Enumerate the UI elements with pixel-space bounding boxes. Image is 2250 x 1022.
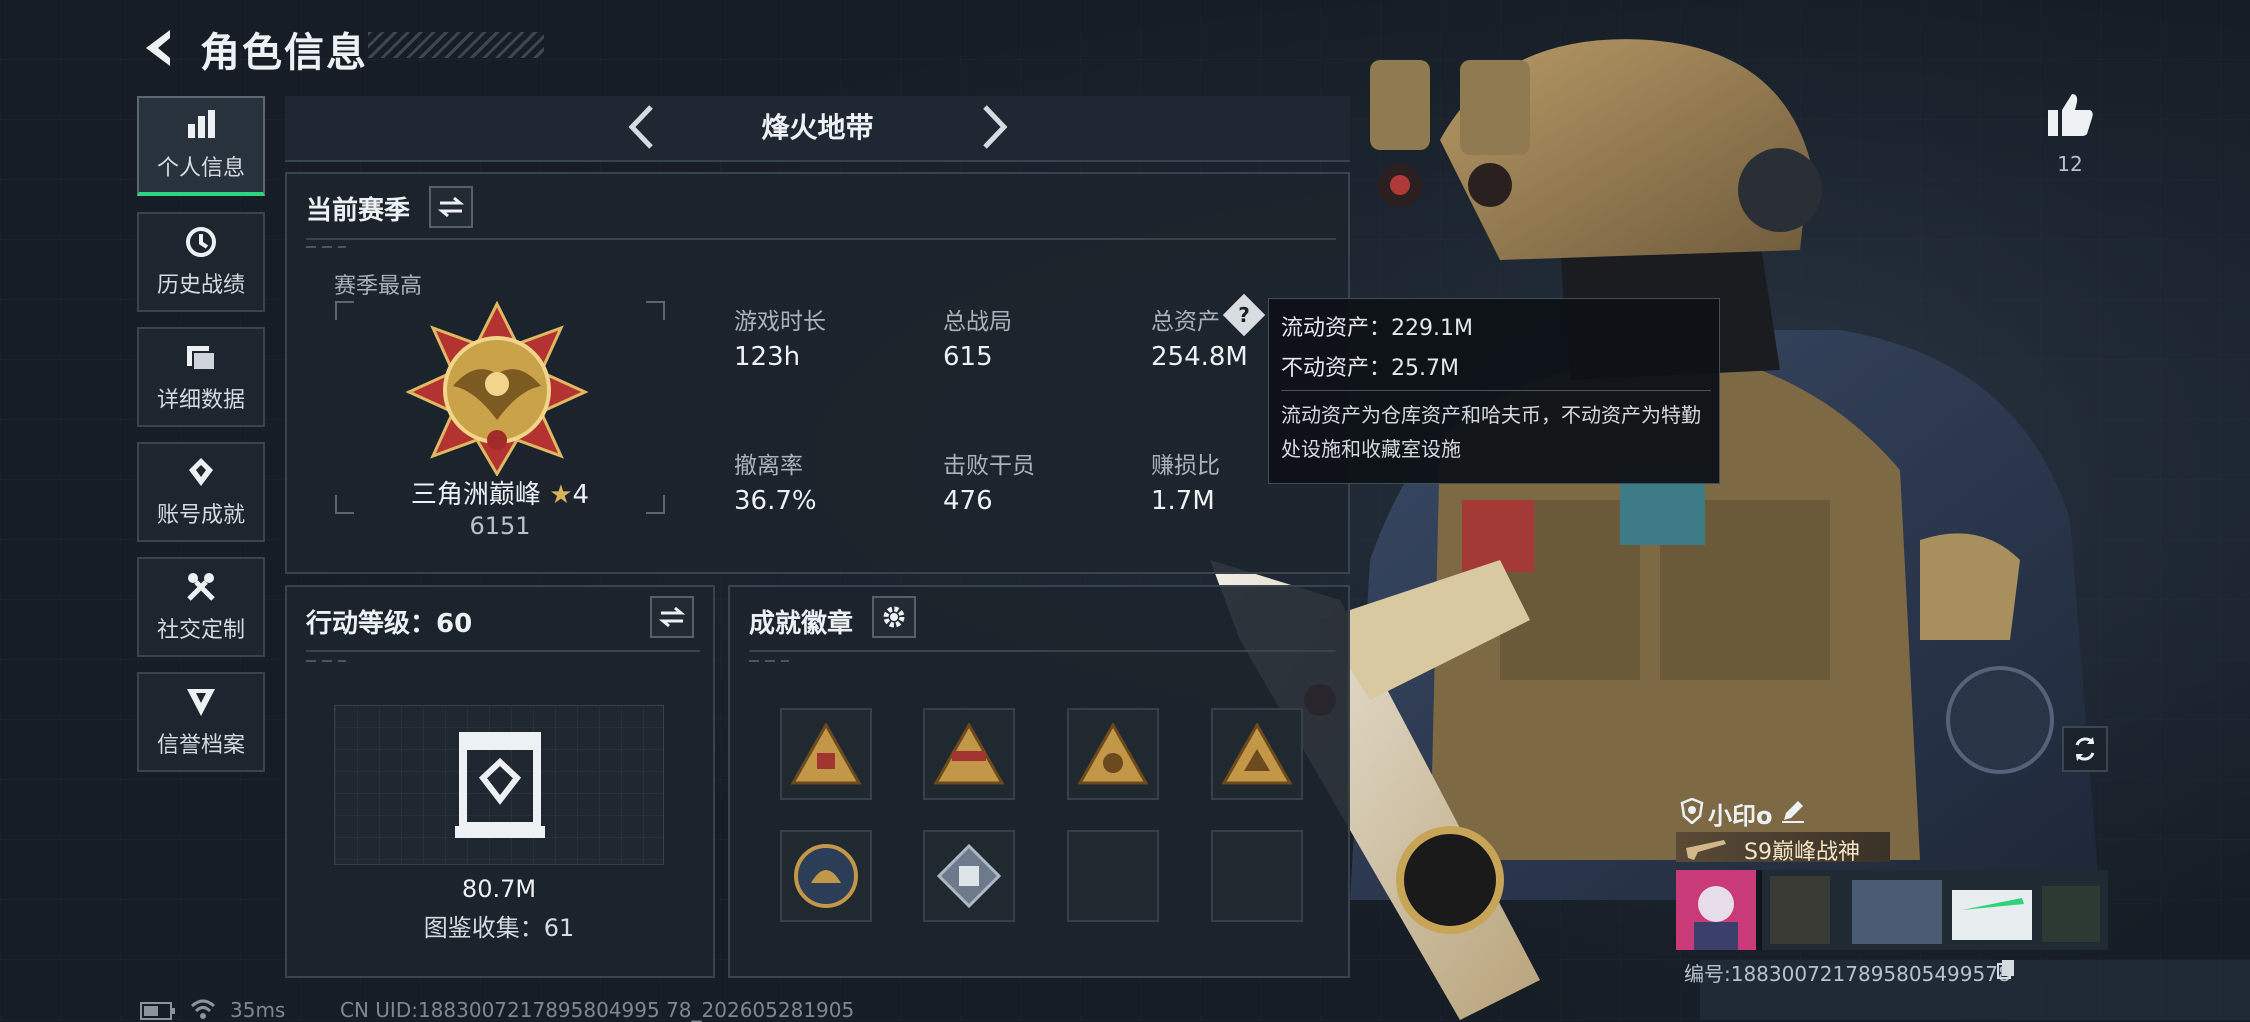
sidebar-item-label: 详细数据 bbox=[156, 388, 245, 413]
page-title: 角色信息 bbox=[200, 30, 368, 76]
sidebar-item-label: 社交定制 bbox=[156, 618, 245, 643]
player-name: 小印o bbox=[1708, 802, 1773, 830]
stat-value-total-assets: 254.8M bbox=[1151, 342, 1248, 372]
history-icon bbox=[186, 227, 216, 257]
wifi-icon bbox=[190, 999, 216, 1019]
stat-label-extraction-rate: 撤离率 bbox=[734, 453, 803, 479]
gear-icon bbox=[883, 606, 905, 628]
ping-text: 35ms bbox=[230, 998, 286, 1022]
divider-dash bbox=[749, 660, 789, 662]
season-switch-button[interactable] bbox=[429, 186, 473, 228]
achievement-icon bbox=[189, 458, 213, 486]
next-mode-arrow-icon[interactable] bbox=[980, 104, 1010, 150]
divider-dash bbox=[306, 660, 346, 662]
badge-slot-6[interactable] bbox=[923, 830, 1015, 922]
refresh-icon bbox=[2075, 737, 2095, 761]
diamond-badge-icon bbox=[936, 843, 1002, 909]
stat-value-profit-loss: 1.7M bbox=[1151, 486, 1215, 516]
sidebar-item-social[interactable]: 社交定制 bbox=[137, 557, 265, 657]
back-arrow-icon[interactable] bbox=[138, 26, 182, 70]
stat-label-operators-defeated: 击败干员 bbox=[943, 453, 1035, 479]
stat-label-total-assets: 总资产 bbox=[1151, 309, 1220, 335]
reputation-icon bbox=[187, 689, 215, 716]
title-decoration bbox=[368, 32, 544, 58]
sidebar-item-label: 账号成就 bbox=[156, 503, 245, 528]
uid-text: CN UID:1883007217895804995 78_2026052819… bbox=[340, 998, 855, 1022]
rank-stars: 4 bbox=[572, 480, 590, 510]
action-level-title: 行动等级：60 bbox=[306, 609, 473, 639]
tooltip-liquid-assets: 流动资产：229.1M bbox=[1281, 316, 1473, 341]
divider-dash bbox=[306, 246, 346, 248]
triangle-badge-icon bbox=[1222, 723, 1292, 785]
stat-label-profit-loss: 赚损比 bbox=[1151, 453, 1220, 479]
sidebar-item-label: 历史战绩 bbox=[156, 273, 245, 298]
sidebar-item-history[interactable]: 历史战绩 bbox=[137, 212, 265, 312]
badges-settings-button[interactable] bbox=[872, 596, 916, 638]
round-badge-icon bbox=[794, 844, 858, 908]
likes-count: 12 bbox=[2057, 152, 2083, 176]
banner-art bbox=[1762, 870, 2108, 950]
prev-mode-arrow-icon[interactable] bbox=[626, 104, 656, 150]
star-icon: ★ bbox=[549, 480, 573, 510]
season-best-label: 赛季最高 bbox=[334, 274, 423, 299]
tooltip-fixed-assets: 不动资产：25.7M bbox=[1281, 356, 1459, 381]
thumbs-up-icon[interactable] bbox=[2046, 92, 2094, 138]
badge-slot-empty[interactable] bbox=[1067, 830, 1159, 922]
sidebar-item-label: 信誉档案 bbox=[156, 733, 245, 758]
divider bbox=[306, 650, 700, 652]
rank-emblem-icon bbox=[405, 300, 589, 476]
triangle-badge-icon bbox=[791, 723, 861, 785]
divider bbox=[749, 650, 1335, 652]
rifle-badge-icon bbox=[1686, 840, 1726, 860]
section-title-current-season: 当前赛季 bbox=[306, 196, 411, 226]
stat-label-play-time: 游戏时长 bbox=[734, 309, 826, 335]
collection-cabinet-icon bbox=[455, 732, 545, 838]
shield-icon bbox=[1680, 798, 1704, 824]
stat-label-total-matches: 总战局 bbox=[943, 309, 1012, 335]
sidebar-item-reputation[interactable]: 信誉档案 bbox=[137, 672, 265, 772]
sidebar-item-label: 个人信息 bbox=[156, 156, 245, 181]
battery-icon bbox=[140, 1002, 175, 1020]
tooltip-note: 流动资产为仓库资产和哈夫币，不动资产为特勤处设施和收藏室设施 bbox=[1281, 403, 1701, 461]
action-level-switch-button[interactable] bbox=[650, 596, 694, 638]
achievement-badges-title: 成就徽章 bbox=[749, 609, 854, 639]
collection-count: 图鉴收集：61 bbox=[423, 914, 575, 942]
triangle-badge-icon bbox=[934, 723, 1004, 785]
folder-icon bbox=[187, 346, 216, 371]
sidebar-item-achievements[interactable]: 账号成就 bbox=[137, 442, 265, 542]
divider bbox=[306, 238, 1336, 240]
edit-pencil-icon[interactable] bbox=[1780, 798, 1806, 824]
tooltip-divider bbox=[1281, 390, 1711, 391]
refresh-button[interactable] bbox=[2062, 726, 2108, 772]
collection-value: 80.7M bbox=[461, 875, 537, 903]
badge-slot-5[interactable] bbox=[780, 830, 872, 922]
sidebar-item-detailed-data[interactable]: 详细数据 bbox=[137, 327, 265, 427]
rank-name: 三角洲巅峰 bbox=[410, 480, 541, 510]
stat-value-total-matches: 615 bbox=[943, 342, 993, 372]
player-id: 编号:1883007217895805499578 bbox=[1684, 962, 2011, 986]
mode-title: 烽火地带 bbox=[761, 111, 874, 144]
stat-value-operators-defeated: 476 bbox=[943, 486, 993, 516]
sidebar-item-personal-info[interactable]: 个人信息 bbox=[137, 96, 265, 196]
rank-score: 6151 bbox=[469, 512, 531, 540]
badge-slot-1[interactable] bbox=[780, 708, 872, 800]
badge-slot-empty[interactable] bbox=[1211, 830, 1303, 922]
bar-chart-icon bbox=[188, 110, 215, 138]
title-badge-text: S9巅峰战神 bbox=[1744, 840, 1860, 865]
triangle-badge-icon bbox=[1078, 723, 1148, 785]
stat-value-play-time: 123h bbox=[734, 342, 801, 372]
avatar[interactable] bbox=[1676, 870, 1756, 950]
badge-slot-4[interactable] bbox=[1211, 708, 1303, 800]
help-icon-glyph: ? bbox=[1238, 303, 1250, 327]
badge-slot-3[interactable] bbox=[1067, 708, 1159, 800]
copy-icon[interactable] bbox=[1996, 958, 2016, 980]
badge-slot-2[interactable] bbox=[923, 708, 1015, 800]
rank-name-row: 三角洲巅峰 ★4 bbox=[334, 474, 666, 511]
tools-icon bbox=[187, 573, 215, 601]
swap-icon bbox=[659, 606, 685, 628]
swap-icon bbox=[438, 196, 464, 218]
stat-value-extraction-rate: 36.7% bbox=[734, 486, 817, 516]
